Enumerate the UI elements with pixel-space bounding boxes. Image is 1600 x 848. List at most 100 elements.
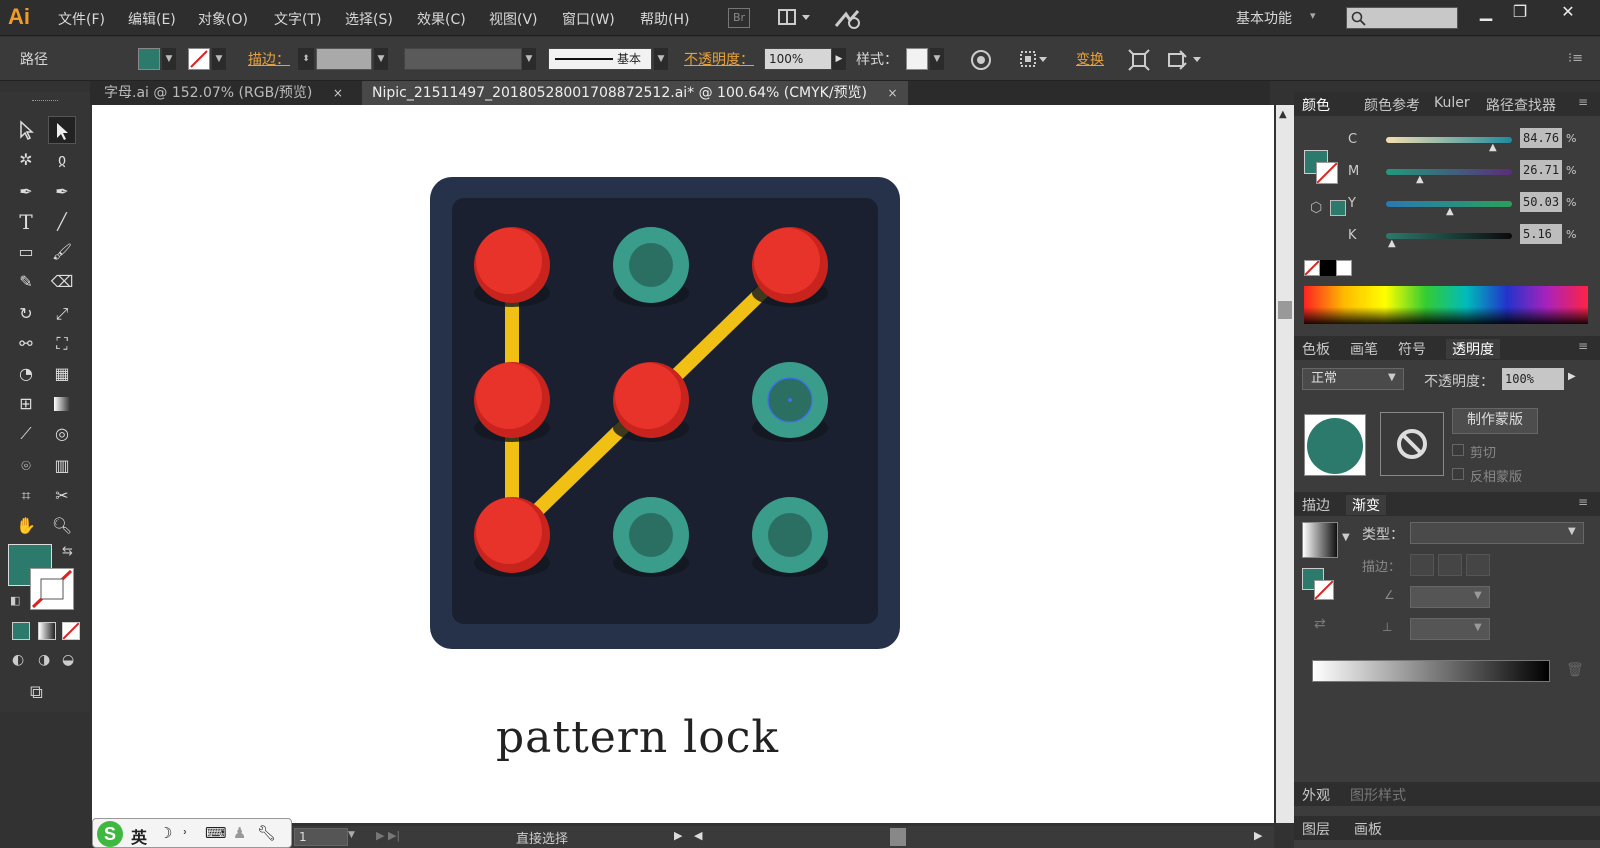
eyedropper-tool-icon[interactable]: ⟋ [12,420,40,448]
artboard-tool-icon[interactable]: ⌗ [12,482,40,510]
chevron-down-icon[interactable]: ▼ [162,48,176,70]
arrange-documents-icon[interactable] [778,8,814,28]
moon-icon[interactable]: ☽ [159,824,172,842]
chevron-down-icon[interactable]: ▼ [348,830,355,840]
chevron-right-icon[interactable]: ▶ [832,48,846,70]
chevron-down-icon[interactable]: ▼ [1342,532,1350,543]
tab-swatches[interactable]: 色板 [1302,339,1330,359]
menu-view[interactable]: 视图(V) [489,9,538,29]
stroke-gradient-within-icon[interactable] [1410,554,1434,576]
tab-brushes[interactable]: 画笔 [1350,339,1378,359]
inactive-dot-core[interactable] [768,513,812,557]
swap-fill-stroke-icon[interactable]: ⇆ [62,544,73,559]
chevron-down-icon[interactable]: ▼ [1474,590,1482,601]
menu-edit[interactable]: 编辑(E) [128,9,176,29]
delete-stop-icon[interactable]: 🗑︎ [1566,662,1584,678]
align-to-selection-icon[interactable] [1018,49,1048,75]
scroll-thumb[interactable] [1278,301,1292,319]
perspective-grid-tool-icon[interactable]: ▦ [48,360,76,388]
line-tool-icon[interactable]: ╱ [48,208,76,236]
pattern-lock-artwork[interactable] [452,198,878,624]
k-value-input[interactable]: 5.16 [1520,224,1562,244]
hand-tool-icon[interactable]: ✋ [12,512,40,540]
out-of-gamut-icon[interactable]: ⬡ [1310,200,1322,216]
clip-checkbox[interactable] [1452,444,1464,456]
scroll-right-icon[interactable]: ▶ [1254,829,1262,842]
rectangle-tool-icon[interactable]: ▭ [12,238,40,266]
chevron-down-icon[interactable]: ▼ [1568,526,1576,537]
stroke-gradient-along-icon[interactable] [1438,554,1462,576]
chevron-down-icon[interactable]: ▾ [1310,9,1316,22]
selection-tool-icon[interactable] [12,116,40,144]
tab-gradient[interactable]: 渐变 [1346,495,1386,515]
inactive-dot-core[interactable] [629,513,673,557]
lasso-tool-icon[interactable]: ჲ [48,146,76,174]
scroll-left-icon[interactable]: ◀ [694,829,702,842]
pen-tool-icon[interactable]: ✒ [12,178,40,206]
c-slider-thumb[interactable]: ▲ [1489,142,1497,153]
slice-tool-icon[interactable]: ✂ [48,482,76,510]
tab-appearance[interactable]: 外观 [1302,785,1330,805]
screen-mode-icon[interactable]: ⧉ [30,682,43,703]
y-value-input[interactable]: 50.03 [1520,192,1562,212]
free-transform-tool-icon[interactable]: ⛶ [48,330,76,358]
menu-window[interactable]: 窗口(W) [562,9,615,29]
opacity-input[interactable]: 100% [764,48,832,70]
tab-kuler[interactable]: Kuler [1434,95,1470,111]
isolate-object-icon[interactable] [1128,49,1150,75]
m-slider-thumb[interactable]: ▲ [1416,174,1424,185]
tab-document-1[interactable]: 字母.ai @ 152.07% (RGB/预览) × [94,81,353,105]
panel-menu-icon[interactable]: ≡ [1578,339,1588,353]
variable-width-profile[interactable] [404,48,522,70]
paintbrush-tool-icon[interactable]: 🖌 [48,238,76,266]
stroke-label[interactable]: 描边： [248,49,290,69]
gradient-slider[interactable] [1312,660,1550,682]
panel-menu-icon[interactable]: ⁝≡ [1568,51,1583,66]
active-dot-highlight[interactable] [476,363,542,429]
shape-builder-tool-icon[interactable]: ◔ [12,360,40,388]
active-dot-highlight[interactable] [615,363,681,429]
transform-label[interactable]: 变换 [1076,49,1104,69]
stroke-swatch[interactable] [188,48,210,70]
artboard-number-input[interactable]: 1 [294,828,348,846]
gradient-stroke-swatch[interactable] [1314,580,1334,600]
menu-file[interactable]: 文件(F) [58,9,105,29]
curvature-tool-icon[interactable]: ✒ [48,178,76,206]
isolation-mode-icon[interactable] [1166,49,1206,75]
menu-type[interactable]: 文字(T) [274,9,321,29]
opacity-input[interactable]: 100% [1502,368,1564,390]
black-swatch[interactable] [1320,260,1336,276]
m-slider[interactable] [1386,169,1512,175]
none-mode-icon[interactable] [62,622,80,640]
input-method-bar[interactable]: S 英 ☽ ˒ ⌨ ♟ 🔧︎ [92,818,292,848]
workspace-switcher[interactable]: 基本功能 [1236,8,1292,28]
column-graph-tool-icon[interactable]: ▥ [48,452,76,480]
chevron-down-icon[interactable]: ▼ [374,48,388,70]
gradient-type-select[interactable] [1410,522,1584,544]
draw-behind-icon[interactable]: ◑ [38,652,50,668]
tab-graphic-styles[interactable]: 图形样式 [1350,785,1406,805]
gradient-mode-icon[interactable] [38,622,56,640]
tab-layers[interactable]: 图层 [1302,819,1330,839]
active-dot-highlight[interactable] [476,228,542,294]
m-value-input[interactable]: 26.71 [1520,160,1562,180]
chevron-down-icon[interactable]: ▼ [212,48,226,70]
stroke-color-box[interactable] [30,568,74,610]
punctuation-icon[interactable]: ˒ [183,824,188,842]
mesh-tool-icon[interactable]: ⊞ [12,390,40,418]
chevron-down-icon[interactable]: ▼ [1388,372,1396,383]
reverse-gradient-icon[interactable]: ⇄ [1314,616,1326,632]
draw-normal-icon[interactable]: ◐ [12,652,24,668]
draw-inside-icon[interactable]: ◒ [62,652,74,668]
vertical-scrollbar[interactable]: ▲ [1276,105,1294,823]
eraser-tool-icon[interactable]: ⌫ [48,268,76,296]
c-value-input[interactable]: 84.76 [1520,128,1562,148]
horizontal-scroll-thumb[interactable] [890,828,906,846]
restore-button[interactable]: ❐ [1500,0,1540,26]
magic-wand-tool-icon[interactable]: ✲ [12,146,40,174]
opacity-label[interactable]: 不透明度： [684,49,754,69]
status-menu-icon[interactable]: ▶ [674,829,682,842]
rotate-tool-icon[interactable]: ↻ [12,300,40,328]
gpu-performance-icon[interactable] [834,8,862,30]
chevron-down-icon[interactable]: ▼ [654,48,668,70]
